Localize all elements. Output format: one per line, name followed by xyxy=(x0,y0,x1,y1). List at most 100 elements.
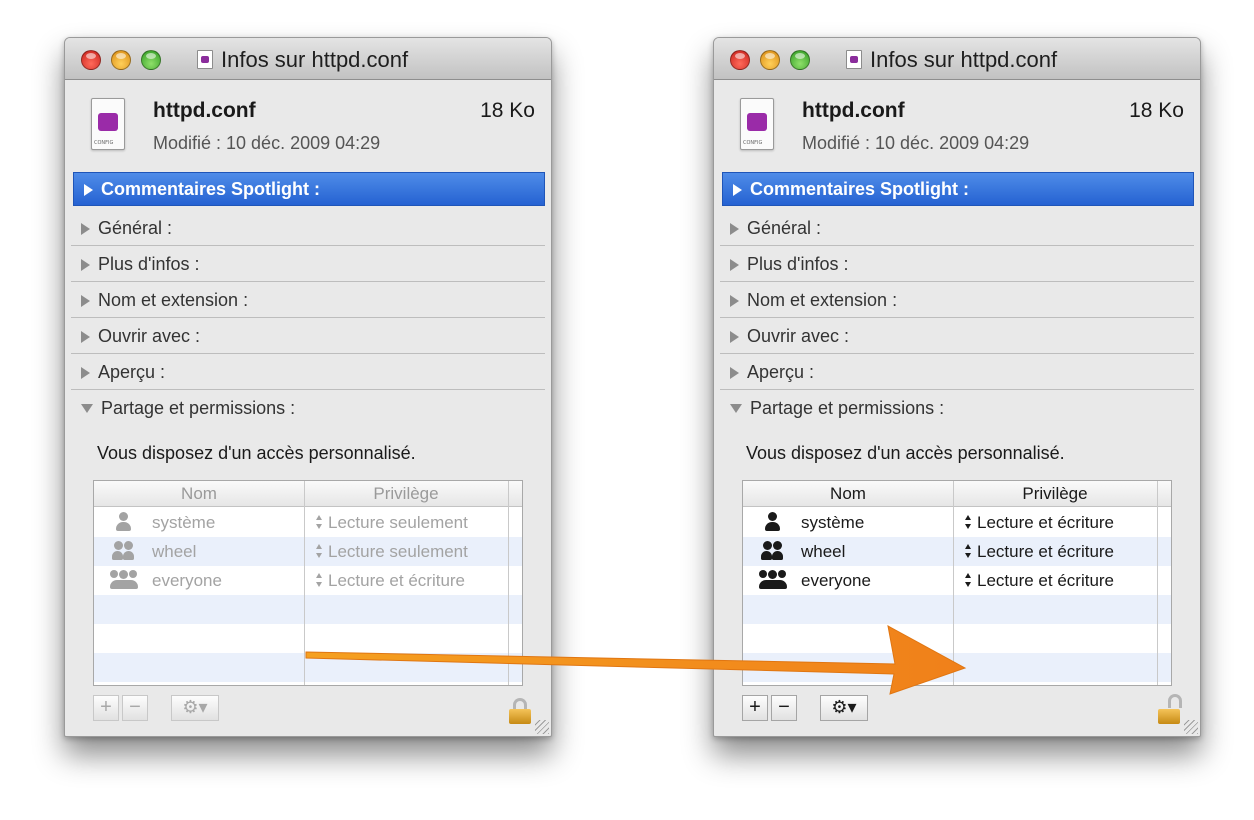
zoom-button[interactable] xyxy=(790,50,810,70)
section-spotlight[interactable]: Commentaires Spotlight : xyxy=(722,172,1194,206)
table-row[interactable]: everyone Lecture et écriture xyxy=(94,566,522,595)
row-stripe xyxy=(94,595,522,624)
close-button[interactable] xyxy=(730,50,750,70)
section-general[interactable]: Général : xyxy=(720,210,1194,246)
section-sharing-permissions[interactable]: Partage et permissions : xyxy=(720,390,1194,426)
section-label: Commentaires Spotlight : xyxy=(101,179,321,199)
permissions-table: Nom Privilège système Lecture seulement … xyxy=(93,480,523,686)
remove-user-button[interactable]: − xyxy=(122,695,148,721)
popup-arrows-icon xyxy=(965,573,972,587)
user-icon xyxy=(765,512,781,534)
section-label: Ouvrir avec : xyxy=(98,326,201,346)
user-icon xyxy=(116,512,132,534)
minimize-button[interactable] xyxy=(760,50,780,70)
user-name: système xyxy=(801,513,865,532)
permissions-table: Nom Privilège système Lecture et écritur… xyxy=(742,480,1172,686)
access-status-text: Vous disposez d'un accès personnalisé. xyxy=(746,443,1065,463)
lock-open-icon[interactable] xyxy=(1158,694,1182,724)
section-name-extension[interactable]: Nom et extension : xyxy=(720,282,1194,318)
disclosure-triangle-open-icon xyxy=(81,404,93,413)
disclosure-triangle-icon xyxy=(730,331,739,343)
zoom-button[interactable] xyxy=(141,50,161,70)
column-header-privilege[interactable]: Privilège xyxy=(953,484,1157,504)
file-header: httpd.conf 18 Ko Modifié : 10 déc. 2009 … xyxy=(714,80,1200,170)
section-more-info[interactable]: Plus d'infos : xyxy=(720,246,1194,282)
popup-arrows-icon xyxy=(965,515,972,529)
table-header: Nom Privilège xyxy=(94,481,522,507)
popup-arrows-icon xyxy=(316,544,323,558)
section-spotlight[interactable]: Commentaires Spotlight : xyxy=(73,172,545,206)
user-name: wheel xyxy=(152,542,197,561)
disclosure-triangle-icon xyxy=(730,295,739,307)
section-open-with[interactable]: Ouvrir avec : xyxy=(720,318,1194,354)
action-menu-button[interactable]: ⚙▾ xyxy=(820,695,868,721)
close-button[interactable] xyxy=(81,50,101,70)
section-preview[interactable]: Aperçu : xyxy=(71,354,545,390)
disclosure-triangle-icon xyxy=(733,184,742,196)
file-size: 18 Ko xyxy=(480,99,535,122)
privilege-value: Lecture et écriture xyxy=(328,571,466,590)
privilege-popup[interactable]: Lecture seulement xyxy=(316,513,468,533)
user-name: everyone xyxy=(801,571,871,590)
section-label: Commentaires Spotlight : xyxy=(750,179,970,199)
info-sections: Commentaires Spotlight : Général : Plus … xyxy=(720,172,1194,426)
row-stripe xyxy=(743,595,1171,624)
access-status-text: Vous disposez d'un accès personnalisé. xyxy=(97,443,416,463)
row-stripe xyxy=(743,653,1171,682)
user-name: everyone xyxy=(152,571,222,590)
section-label: Plus d'infos : xyxy=(98,254,200,274)
add-user-button[interactable]: + xyxy=(742,695,768,721)
everyone-icon xyxy=(759,570,787,592)
add-user-button[interactable]: + xyxy=(93,695,119,721)
resize-grip-icon[interactable] xyxy=(535,720,549,734)
column-header-privilege[interactable]: Privilège xyxy=(304,484,508,504)
remove-user-button[interactable]: − xyxy=(771,695,797,721)
document-icon xyxy=(91,98,125,150)
section-sharing-permissions[interactable]: Partage et permissions : xyxy=(71,390,545,426)
info-sections: Commentaires Spotlight : Général : Plus … xyxy=(71,172,545,426)
table-header: Nom Privilège xyxy=(743,481,1171,507)
file-name: httpd.conf xyxy=(802,99,905,122)
row-stripe xyxy=(94,653,522,682)
section-label: Partage et permissions : xyxy=(101,398,296,418)
disclosure-triangle-open-icon xyxy=(730,404,742,413)
table-row[interactable]: système Lecture et écriture xyxy=(743,508,1171,537)
disclosure-triangle-icon xyxy=(81,331,90,343)
section-label: Nom et extension : xyxy=(98,290,249,310)
table-row[interactable]: everyone Lecture et écriture xyxy=(743,566,1171,595)
section-open-with[interactable]: Ouvrir avec : xyxy=(71,318,545,354)
section-more-info[interactable]: Plus d'infos : xyxy=(71,246,545,282)
privilege-popup[interactable]: Lecture et écriture xyxy=(965,571,1114,591)
table-row[interactable]: wheel Lecture et écriture xyxy=(743,537,1171,566)
privilege-popup[interactable]: Lecture et écriture xyxy=(965,513,1114,533)
section-label: Partage et permissions : xyxy=(750,398,945,418)
section-label: Aperçu : xyxy=(747,362,815,382)
column-header-name[interactable]: Nom xyxy=(743,484,953,504)
disclosure-triangle-icon xyxy=(81,259,90,271)
title-bar[interactable]: Infos sur httpd.conf xyxy=(714,38,1200,80)
privilege-popup[interactable]: Lecture et écriture xyxy=(965,542,1114,562)
disclosure-triangle-icon xyxy=(84,184,93,196)
section-label: Général : xyxy=(747,218,822,238)
section-label: Ouvrir avec : xyxy=(747,326,850,346)
privilege-popup[interactable]: Lecture seulement xyxy=(316,542,468,562)
column-header-name[interactable]: Nom xyxy=(94,484,304,504)
section-name-extension[interactable]: Nom et extension : xyxy=(71,282,545,318)
minimize-button[interactable] xyxy=(111,50,131,70)
popup-arrows-icon xyxy=(316,515,323,529)
table-row[interactable]: wheel Lecture seulement xyxy=(94,537,522,566)
info-window-after: Infos sur httpd.conf httpd.conf 18 Ko Mo… xyxy=(713,37,1201,737)
disclosure-triangle-icon xyxy=(81,367,90,379)
document-icon xyxy=(740,98,774,150)
info-window-before: Infos sur httpd.conf httpd.conf 18 Ko Mo… xyxy=(64,37,552,737)
group-icon xyxy=(761,541,785,563)
table-row[interactable]: système Lecture seulement xyxy=(94,508,522,537)
action-menu-button[interactable]: ⚙▾ xyxy=(171,695,219,721)
title-bar[interactable]: Infos sur httpd.conf xyxy=(65,38,551,80)
privilege-popup[interactable]: Lecture et écriture xyxy=(316,571,465,591)
section-preview[interactable]: Aperçu : xyxy=(720,354,1194,390)
resize-grip-icon[interactable] xyxy=(1184,720,1198,734)
lock-closed-icon[interactable] xyxy=(509,698,531,724)
section-label: Plus d'infos : xyxy=(747,254,849,274)
section-general[interactable]: Général : xyxy=(71,210,545,246)
